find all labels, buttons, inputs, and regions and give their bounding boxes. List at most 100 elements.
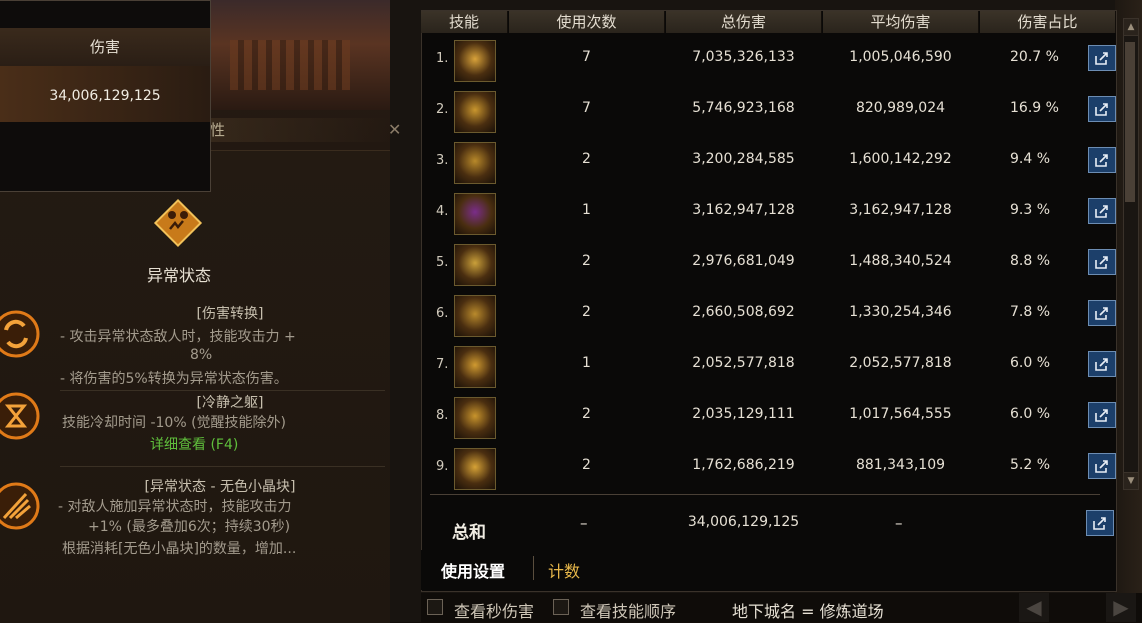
share-button[interactable] <box>1088 453 1116 479</box>
table-row: 5. 2 2,976,681,049 1,488,340,524 8.8 % <box>430 239 1116 289</box>
total-damage: 7,035,326,133 <box>692 49 795 65</box>
scroll-up-button[interactable]: ▲ <box>1123 18 1139 36</box>
share-icon <box>1093 517 1106 530</box>
effect-title-calm-body: [冷静之躯] <box>196 395 264 411</box>
column-header-damage-share: 伤害占比 <box>980 11 1116 33</box>
summary-divider <box>430 494 1100 495</box>
tab-count[interactable]: 计数 <box>548 558 580 582</box>
uses-count: 2 <box>582 406 591 422</box>
summary-average: – <box>895 514 903 532</box>
share-icon <box>1095 460 1108 473</box>
uses-count: 2 <box>582 304 591 320</box>
footer-tabs: 使用设置 计数 <box>421 550 1115 590</box>
share-icon <box>1095 409 1108 422</box>
dungeon-name: 地下城名 = 修炼道场 <box>732 602 884 621</box>
uses-count: 2 <box>582 151 591 167</box>
status-name: 异常状态 <box>146 266 211 285</box>
rune-glyph-skill-icon <box>454 244 496 286</box>
total-damage: 3,162,947,128 <box>692 202 795 218</box>
total-damage: 2,976,681,049 <box>692 253 795 269</box>
summary-uses: – <box>580 514 588 532</box>
row-index: 6. <box>436 306 449 321</box>
uses-count: 7 <box>582 100 591 116</box>
damage-total-value: 34,006,129,125 <box>0 66 210 122</box>
cross-slash-skill-icon <box>454 40 496 82</box>
background-scene <box>210 0 390 110</box>
damage-share: 16.9 % <box>1010 100 1059 116</box>
flame-burst-skill-icon <box>454 346 496 388</box>
total-damage: 2,660,508,692 <box>692 304 795 320</box>
effect-line: - 将伤害的5%转换为异常状态伤害。 <box>60 371 288 387</box>
share-button[interactable] <box>1088 351 1116 377</box>
damage-share: 7.8 % <box>1010 304 1051 320</box>
tab-usage-settings[interactable]: 使用设置 <box>441 558 505 582</box>
share-button[interactable] <box>1088 45 1116 71</box>
next-arrow-icon[interactable]: ▶ <box>1106 593 1136 622</box>
share-icon <box>1095 307 1108 320</box>
share-button[interactable] <box>1088 147 1116 173</box>
average-damage: 3,162,947,128 <box>849 202 952 218</box>
row-index: 4. <box>436 204 449 219</box>
row-index: 2. <box>436 102 449 117</box>
effect-line: - 对敌人施加异常状态时，技能攻击力 <box>58 499 292 515</box>
row-index: 1. <box>436 51 449 66</box>
tab-divider <box>533 556 534 580</box>
share-button[interactable] <box>1088 96 1116 122</box>
column-header-uses: 使用次数 <box>509 11 665 33</box>
uses-count: 2 <box>582 253 591 269</box>
uses-count: 7 <box>582 49 591 65</box>
summary-total-damage: 34,006,129,125 <box>687 514 800 530</box>
abnormal-status-icon <box>153 198 203 248</box>
share-icon <box>1095 103 1108 116</box>
damage-share: 9.4 % <box>1010 151 1051 167</box>
row-index: 8. <box>436 408 449 423</box>
effect-line: 8% <box>190 347 213 363</box>
scroll-thumb[interactable] <box>1125 42 1135 202</box>
per-second-damage-checkbox[interactable] <box>427 599 443 615</box>
uses-count: 1 <box>582 355 591 371</box>
average-damage: 1,330,254,346 <box>849 304 952 320</box>
share-button[interactable] <box>1088 198 1116 224</box>
share-icon <box>1095 358 1108 371</box>
table-row: 2. 7 5,746,923,168 820,989,024 16.9 % <box>430 86 1116 136</box>
previous-arrow-icon[interactable]: ◀ <box>1019 593 1049 622</box>
share-button[interactable] <box>1088 249 1116 275</box>
scroll-skill-icon <box>454 91 496 133</box>
scroll-down-button[interactable]: ▼ <box>1123 472 1139 490</box>
share-icon <box>1095 205 1108 218</box>
share-button[interactable] <box>1088 300 1116 326</box>
close-icon[interactable]: ✕ <box>388 120 401 139</box>
table-row: 8. 2 2,035,129,111 1,017,564,555 6.0 % <box>430 392 1116 442</box>
column-header-skill: 技能 <box>421 11 508 33</box>
calm-body-icon <box>0 392 40 440</box>
effect-line: +1% (最多叠加6次；持续30秒) <box>88 519 291 535</box>
summary-share-button[interactable] <box>1086 510 1114 536</box>
effect-line: 技能冷却时间 -10% (觉醒技能除外) <box>62 415 286 431</box>
per-second-damage-label: 查看秒伤害 <box>454 602 535 621</box>
damage-share: 6.0 % <box>1010 355 1051 371</box>
average-damage: 1,005,046,590 <box>849 49 952 65</box>
damage-share: 9.3 % <box>1010 202 1051 218</box>
share-icon <box>1095 52 1108 65</box>
explosion-skill-icon <box>454 448 496 490</box>
effect-line: - 攻击异常状态敌人时，技能攻击力 + <box>60 329 296 345</box>
total-damage: 2,052,577,818 <box>692 355 795 371</box>
detail-view-link[interactable]: 详细查看 (F4) <box>150 434 238 454</box>
damage-share: 8.8 % <box>1010 253 1051 269</box>
colorless-crystal-icon <box>0 482 40 530</box>
column-header-average-damage: 平均伤害 <box>823 11 979 33</box>
damage-header: 伤害 <box>0 28 210 66</box>
bottom-bar: 查看秒伤害 查看技能顺序 地下城名 = 修炼道场 ◀ ▶ <box>421 593 1142 622</box>
skill-order-checkbox[interactable] <box>553 599 569 615</box>
effect-title-damage-conversion: [伤害转换] <box>196 306 264 322</box>
row-index: 9. <box>436 459 449 474</box>
average-damage: 881,343,109 <box>855 457 946 473</box>
total-damage: 1,762,686,219 <box>692 457 795 473</box>
average-damage: 2,052,577,818 <box>849 355 952 371</box>
divider <box>60 466 385 467</box>
rising-blade-skill-icon <box>454 397 496 439</box>
share-icon <box>1095 154 1108 167</box>
table-row: 7. 1 2,052,577,818 2,052,577,818 6.0 % <box>430 341 1116 391</box>
share-button[interactable] <box>1088 402 1116 428</box>
table-scrollbar[interactable] <box>1123 35 1139 489</box>
